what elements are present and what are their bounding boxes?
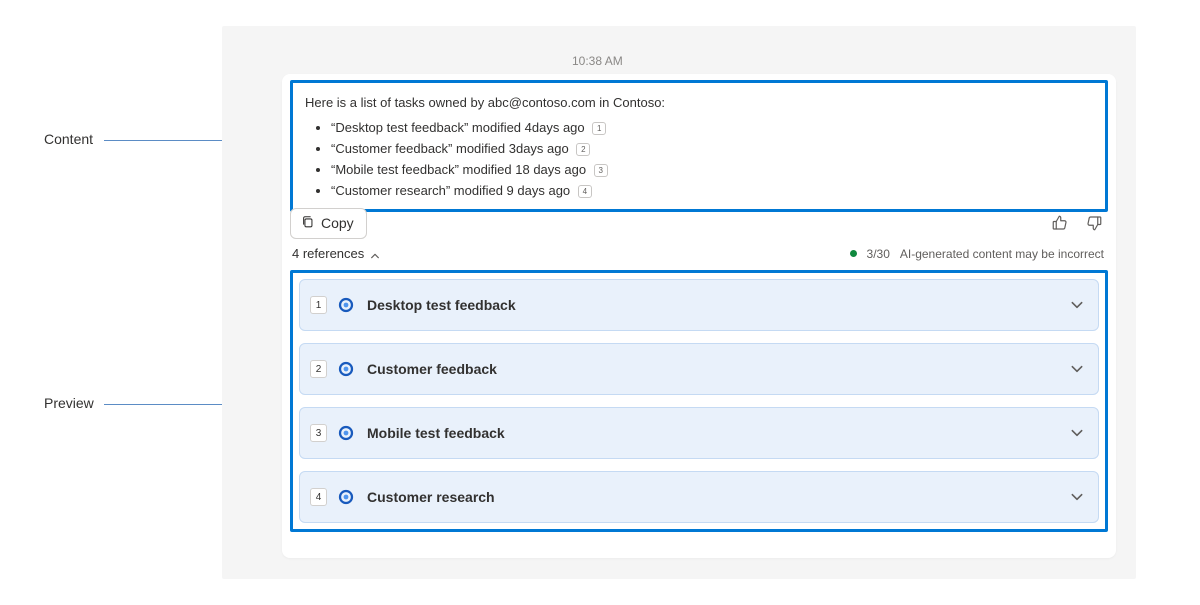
content-list-item: “Customer feedback” modified 3days ago 2 <box>331 138 1093 159</box>
references-header-row: 4 references 3/30 AI-generated content m… <box>292 246 1104 261</box>
copy-button[interactable]: Copy <box>290 208 367 239</box>
content-list-item: “Mobile test feedback” modified 18 days … <box>331 159 1093 180</box>
reference-number-badge: 4 <box>310 488 327 506</box>
reference-title: Customer research <box>367 489 1070 505</box>
reference-item[interactable]: 4 Customer research <box>299 471 1099 523</box>
chevron-down-icon <box>1070 426 1084 440</box>
content-list-item: “Customer research” modified 9 days ago … <box>331 180 1093 201</box>
content-box: Here is a list of tasks owned by abc@con… <box>290 80 1108 212</box>
preview-box: 1 Desktop test feedback 2 Customer feedb… <box>290 270 1108 532</box>
ai-note: 3/30 AI-generated content may be incorre… <box>850 247 1104 261</box>
citation-chip[interactable]: 1 <box>592 122 606 135</box>
reference-number-badge: 2 <box>310 360 327 378</box>
loop-icon <box>337 360 355 378</box>
reference-number-badge: 1 <box>310 296 327 314</box>
callout-content-label: Content <box>44 131 93 147</box>
references-toggle-label: 4 references <box>292 246 364 261</box>
reference-title: Mobile test feedback <box>367 425 1070 441</box>
callout-preview-label: Preview <box>44 395 94 411</box>
citation-chip[interactable]: 2 <box>576 143 590 156</box>
thumbs-up-icon[interactable] <box>1050 213 1070 233</box>
content-list-text: “Mobile test feedback” modified 18 days … <box>331 162 586 177</box>
copy-icon <box>301 215 315 232</box>
host-area: 10:38 AM Here is a list of tasks owned b… <box>222 26 1136 579</box>
reference-title: Desktop test feedback <box>367 297 1070 313</box>
content-list: “Desktop test feedback” modified 4days a… <box>305 117 1093 201</box>
feedback-group <box>1050 213 1104 233</box>
chevron-down-icon <box>1070 490 1084 504</box>
citation-chip[interactable]: 3 <box>594 164 608 177</box>
content-list-text: “Desktop test feedback” modified 4days a… <box>331 120 585 135</box>
citation-chip[interactable]: 4 <box>578 185 592 198</box>
usage-count: 3/30 <box>867 247 890 261</box>
message-timestamp: 10:38 AM <box>572 54 623 68</box>
status-dot-icon <box>850 250 857 257</box>
reference-item[interactable]: 1 Desktop test feedback <box>299 279 1099 331</box>
chevron-down-icon <box>1070 298 1084 312</box>
reference-item[interactable]: 3 Mobile test feedback <box>299 407 1099 459</box>
toolbar-row: Copy <box>290 204 1108 242</box>
thumbs-down-icon[interactable] <box>1084 213 1104 233</box>
loop-icon <box>337 424 355 442</box>
chevron-up-icon <box>370 249 380 259</box>
reference-number-badge: 3 <box>310 424 327 442</box>
loop-icon <box>337 296 355 314</box>
content-intro: Here is a list of tasks owned by abc@con… <box>305 93 1093 113</box>
content-list-item: “Desktop test feedback” modified 4days a… <box>331 117 1093 138</box>
content-list-text: “Customer feedback” modified 3days ago <box>331 141 569 156</box>
reference-item[interactable]: 2 Customer feedback <box>299 343 1099 395</box>
reference-title: Customer feedback <box>367 361 1070 377</box>
loop-icon <box>337 488 355 506</box>
references-toggle[interactable]: 4 references <box>292 246 380 261</box>
ai-disclaimer: AI-generated content may be incorrect <box>900 247 1104 261</box>
chevron-down-icon <box>1070 362 1084 376</box>
ai-response-card: Here is a list of tasks owned by abc@con… <box>282 74 1116 558</box>
content-list-text: “Customer research” modified 9 days ago <box>331 183 570 198</box>
copy-button-label: Copy <box>321 215 354 231</box>
